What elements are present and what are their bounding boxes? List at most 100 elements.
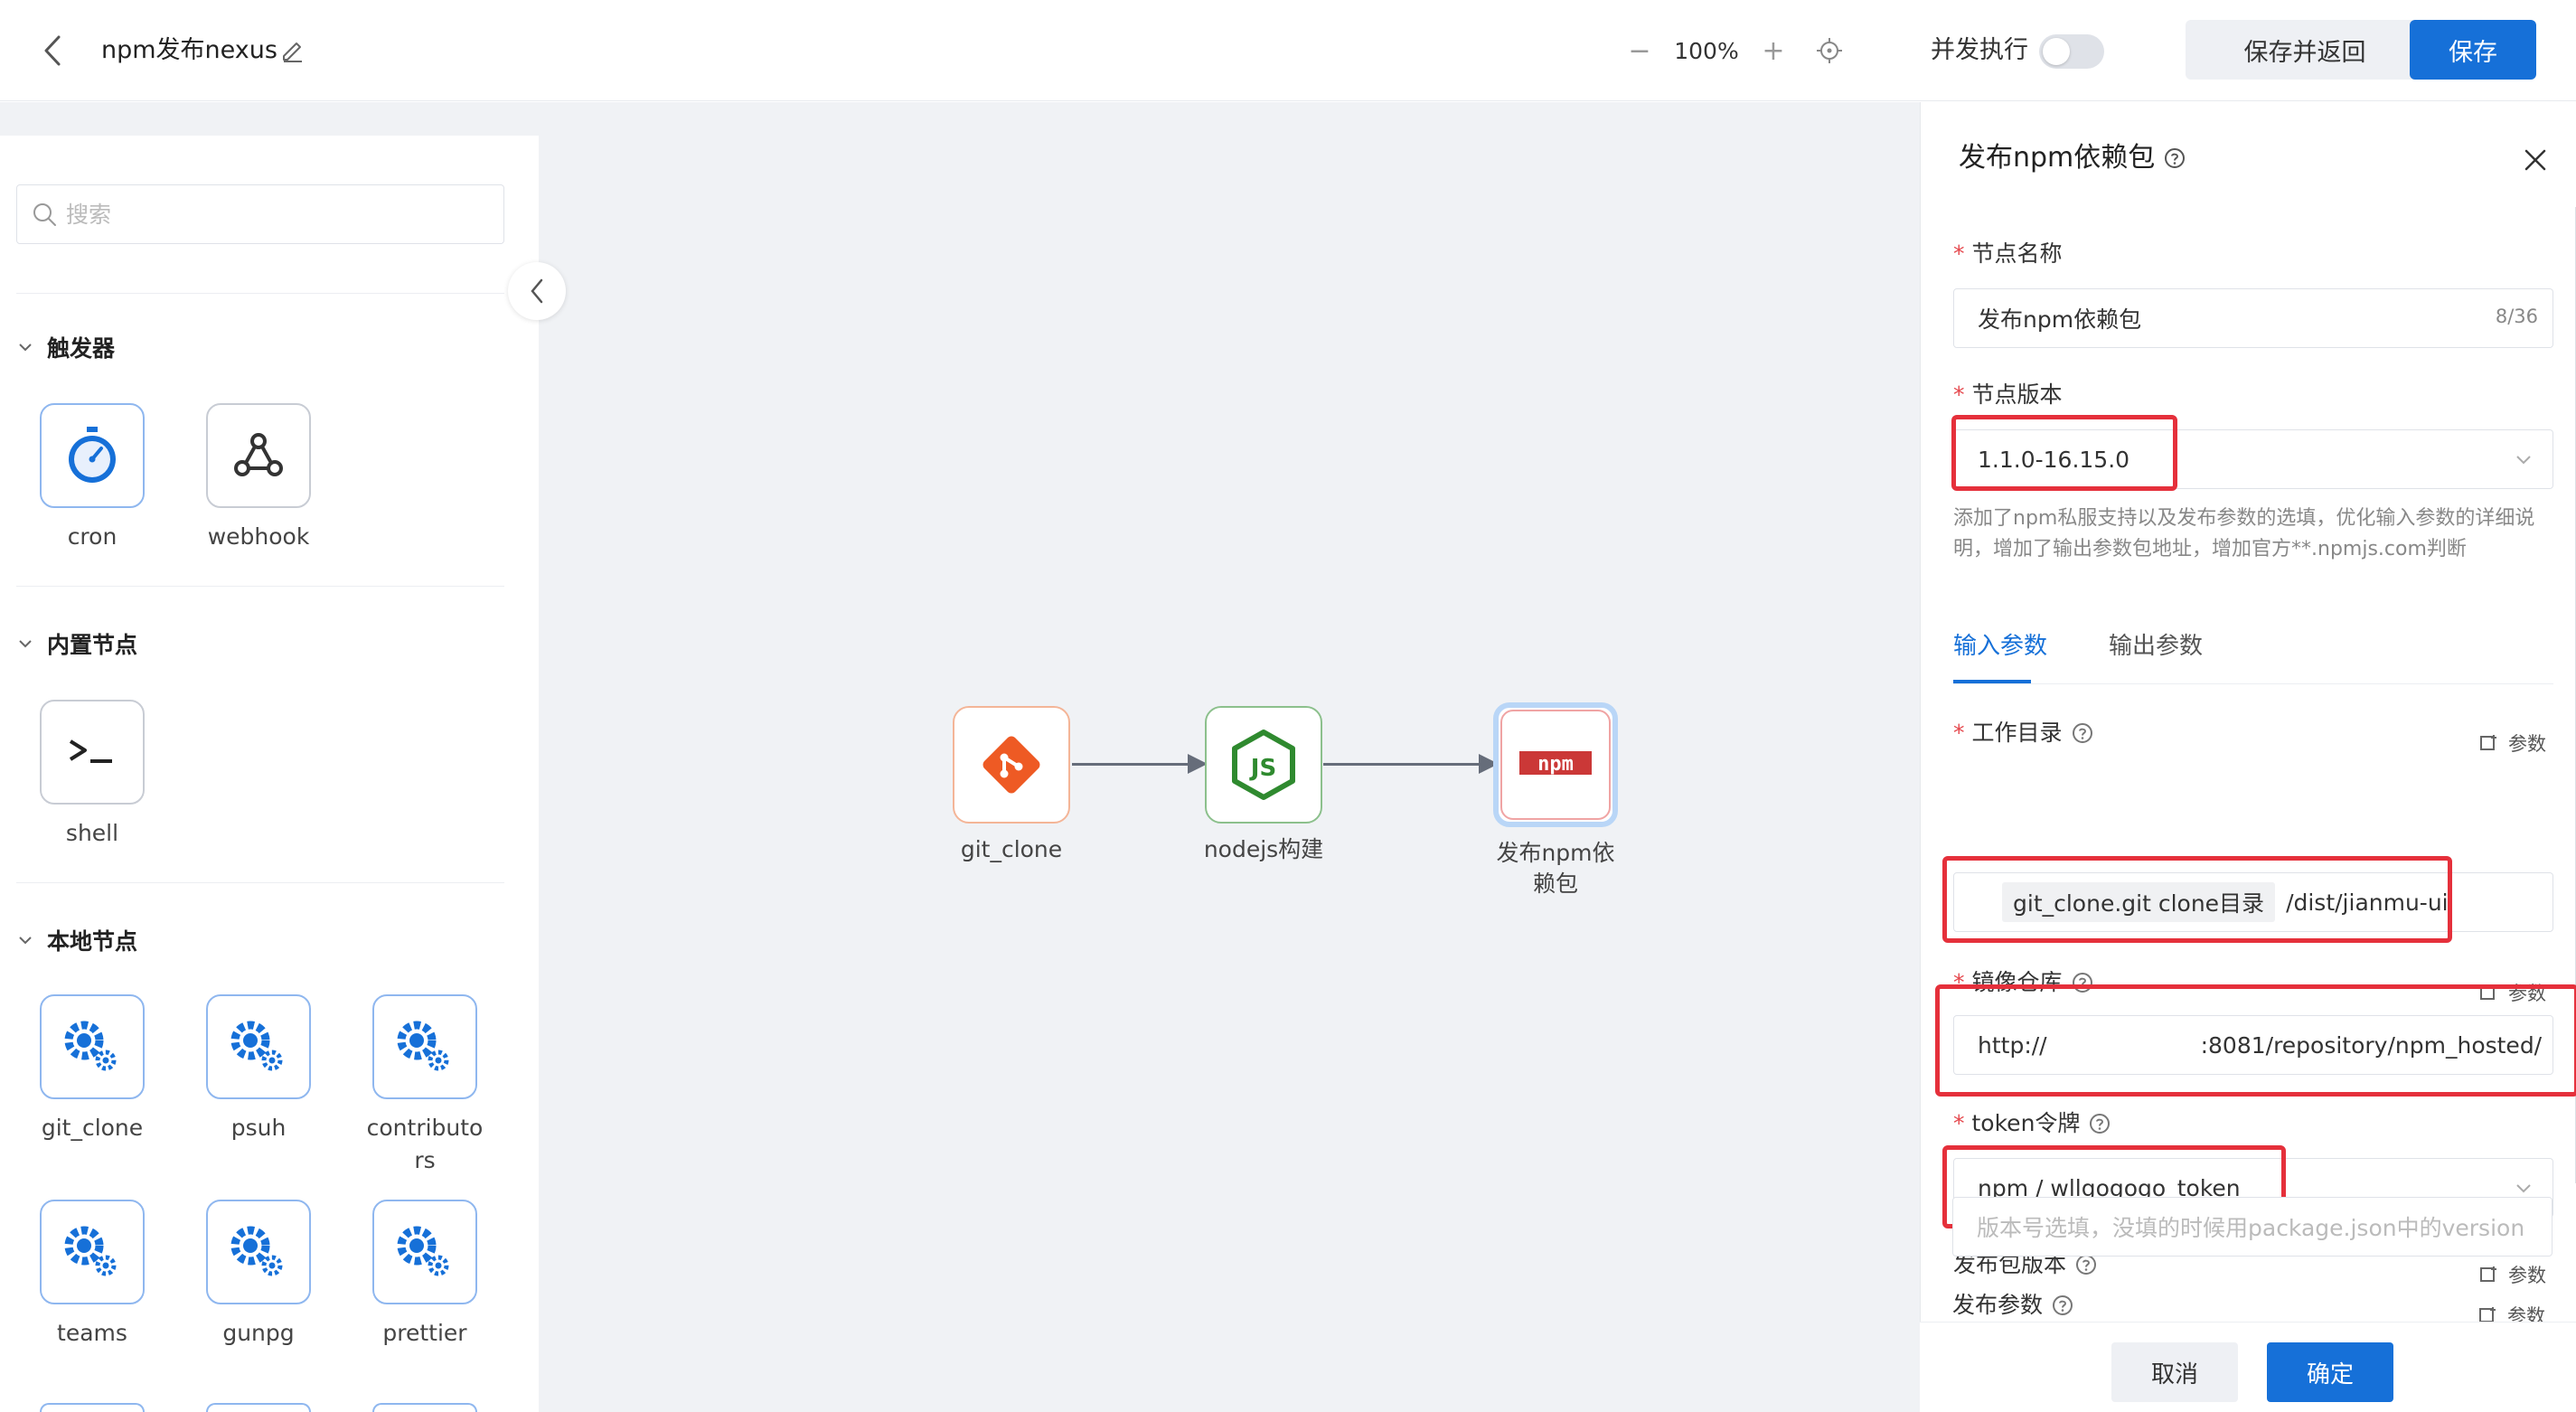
section-triggers-header[interactable]: 触发器 xyxy=(16,329,115,365)
zoom-level: 100% xyxy=(1674,37,1739,64)
node-version-value: 1.1.0-16.15.0 xyxy=(1978,446,2130,473)
zoom-controls: − 100% + xyxy=(1620,27,1849,74)
tile-webhook[interactable]: webhook xyxy=(186,403,331,553)
flow-node-nodejs-build[interactable]: JS nodejs构建 xyxy=(1191,706,1336,865)
registry-value-suffix: :8081/repository/npm_hosted/ xyxy=(2200,1031,2543,1059)
version-description: 添加了npm私服支持以及发布参数的选填，优化输入参数的详细说明，增加了输出参数包… xyxy=(1953,507,2535,560)
chevron-down-icon xyxy=(19,937,32,945)
node-library-panel: 触发器 cron webhook 内置节点 xyxy=(0,136,539,1412)
chevron-down-icon xyxy=(2516,456,2531,465)
back-arrow-icon[interactable] xyxy=(33,31,72,71)
help-icon[interactable] xyxy=(2075,1254,2097,1276)
tile-box xyxy=(372,1200,477,1304)
flow-node-npm-publish[interactable]: npm 发布npm依赖包 xyxy=(1483,702,1628,899)
tile-partial xyxy=(372,1403,477,1412)
tile-gunpg[interactable]: gunpg xyxy=(186,1200,331,1350)
cancel-button[interactable]: 取消 xyxy=(2111,1342,2238,1402)
tile-prettier[interactable]: prettier xyxy=(353,1200,497,1350)
search-box[interactable] xyxy=(16,184,504,244)
tile-teams[interactable]: teams xyxy=(20,1200,165,1350)
node-name-input[interactable]: 发布npm依赖包 8/36 xyxy=(1953,288,2553,348)
gears-icon xyxy=(64,1021,117,1071)
help-icon[interactable] xyxy=(2072,972,2093,993)
tile-label: prettier xyxy=(382,1320,467,1346)
work-dir-param-link[interactable]: 参数 xyxy=(2479,730,2546,757)
publish-version-param-link[interactable]: 参数 xyxy=(2479,1261,2546,1288)
publish-version-placeholder: 版本号选填，没填的时候用package.json中的version xyxy=(1977,1215,2525,1241)
tile-box xyxy=(206,403,311,508)
zoom-in-button[interactable]: + xyxy=(1753,31,1793,71)
save-button[interactable]: 保存 xyxy=(2410,20,2536,80)
concurrent-toggle[interactable] xyxy=(2039,34,2104,69)
save-and-return-button[interactable]: 保存并返回 xyxy=(2186,20,2424,80)
tile-shell[interactable]: shell xyxy=(20,700,165,850)
terminal-icon xyxy=(69,739,112,763)
svg-text:JS: JS xyxy=(1249,755,1276,782)
chevron-down-icon xyxy=(19,344,32,352)
edit-pencil-icon[interactable] xyxy=(277,34,309,67)
divider xyxy=(16,882,504,883)
node-name-label: * 节点名称 xyxy=(1953,240,2063,267)
tile-box xyxy=(206,1200,311,1304)
tile-box xyxy=(40,1200,145,1304)
section-builtin-header[interactable]: 内置节点 xyxy=(16,626,137,662)
tile-cron[interactable]: cron xyxy=(20,403,165,553)
search-icon xyxy=(33,203,56,226)
chevron-down-icon xyxy=(2516,1184,2531,1193)
tile-label: cron xyxy=(67,523,118,550)
registry-value-prefix: http:// xyxy=(1978,1031,2047,1059)
tile-box xyxy=(206,994,311,1099)
token-label: * token令牌 xyxy=(1953,1107,2111,1140)
registry-param-link[interactable]: 参数 xyxy=(2479,979,2546,1006)
active-tab-indicator xyxy=(1953,680,2031,683)
registry-input[interactable]: http:// :8081/repository/npm_hosted/ xyxy=(1953,1015,2553,1075)
tile-partial xyxy=(206,1403,311,1412)
tile-psuh[interactable]: psuh xyxy=(186,994,331,1144)
flow-node-git-clone[interactable]: git_clone xyxy=(939,706,1084,865)
help-icon[interactable] xyxy=(2089,1113,2111,1134)
tile-git-clone[interactable]: git_clone xyxy=(20,994,165,1144)
tile-label: teams xyxy=(57,1320,127,1346)
flow-node-label: nodejs构建 xyxy=(1203,836,1324,862)
collapse-panel-button[interactable] xyxy=(508,262,566,320)
tile-label: webhook xyxy=(207,523,310,550)
close-icon[interactable] xyxy=(2517,142,2553,178)
search-input[interactable] xyxy=(66,201,482,228)
drawer-footer-bar: 取消 确定 xyxy=(1920,1322,2576,1412)
work-dir-value: /dist/jianmu-ui xyxy=(2286,889,2449,916)
chevron-left-icon xyxy=(531,278,543,304)
nodejs-icon: JS xyxy=(1232,730,1295,800)
zoom-out-button[interactable]: − xyxy=(1620,31,1659,71)
tab-output-params[interactable]: 输出参数 xyxy=(2109,628,2203,664)
param-chip[interactable]: git_clone.git clone目录 xyxy=(2002,882,2276,922)
help-icon[interactable] xyxy=(2072,722,2093,744)
git-icon-box xyxy=(953,706,1070,824)
divider xyxy=(16,586,504,587)
git-icon xyxy=(982,736,1040,794)
top-bar: npm发布nexus − 100% + 并发执行 保存并返回 保存 xyxy=(0,0,2576,101)
section-title: 触发器 xyxy=(47,335,116,362)
tile-label: gunpg xyxy=(222,1320,295,1346)
tile-partial xyxy=(40,1403,145,1412)
publish-version-input[interactable]: 版本号选填，没填的时候用package.json中的version xyxy=(1952,1197,2552,1257)
help-icon[interactable] xyxy=(2164,147,2186,169)
help-icon[interactable] xyxy=(2052,1294,2073,1316)
tab-input-params[interactable]: 输入参数 xyxy=(1953,628,2047,664)
tile-box xyxy=(40,994,145,1099)
flow-edge-2 xyxy=(1323,754,1499,774)
insert-param-icon xyxy=(2480,1266,2496,1282)
work-dir-input-content: git_clone.git clone目录 /dist/jianmu-ui xyxy=(1953,872,2553,932)
section-title: 内置节点 xyxy=(47,632,138,658)
tile-box xyxy=(40,700,145,805)
stopwatch-icon xyxy=(69,427,116,483)
tile-label: contributors xyxy=(366,1115,484,1173)
node-version-select[interactable]: 1.1.0-16.15.0 xyxy=(1953,429,2553,489)
svg-text:npm: npm xyxy=(1537,753,1574,776)
confirm-button[interactable]: 确定 xyxy=(2267,1342,2393,1402)
section-local-header[interactable]: 本地节点 xyxy=(16,922,137,958)
flow-edge-1 xyxy=(1072,754,1208,774)
toggle-knob xyxy=(2043,38,2070,65)
tile-contributors[interactable]: contributors xyxy=(353,994,497,1177)
insert-param-icon xyxy=(2480,984,2496,1000)
locate-center-icon[interactable] xyxy=(1810,31,1849,71)
